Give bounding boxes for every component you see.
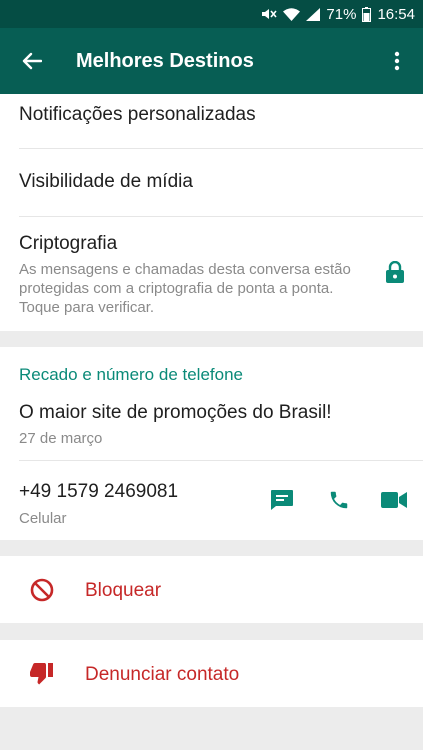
notifications-label: Notificações personalizadas xyxy=(19,104,256,125)
message-icon[interactable] xyxy=(269,487,295,513)
phone-row[interactable]: +49 1579 2469081 Celular xyxy=(0,461,423,540)
about-card: Recado e número de telefone O maior site… xyxy=(0,347,423,540)
phone-number: +49 1579 2469081 xyxy=(19,481,179,502)
block-row[interactable]: Bloquear xyxy=(0,556,423,623)
contact-title: Melhores Destinos xyxy=(76,49,254,72)
clock: 16:54 xyxy=(377,5,415,23)
media-visibility-row[interactable]: Visibilidade de mídia xyxy=(0,149,423,216)
status-text: O maior site de promoções do Brasil! xyxy=(19,402,332,423)
encryption-description: As mensagens e chamadas desta conversa e… xyxy=(19,261,351,316)
mute-icon xyxy=(261,7,278,21)
thumbs-down-icon xyxy=(29,661,55,687)
section-title: Recado e número de telefone xyxy=(19,365,243,384)
more-options-icon[interactable] xyxy=(385,49,409,73)
status-row: O maior site de promoções do Brasil! 27 … xyxy=(0,387,423,460)
phone-icon[interactable] xyxy=(326,487,352,513)
status-date: 27 de março xyxy=(19,430,103,447)
video-call-icon[interactable] xyxy=(381,487,407,513)
block-label: Bloquear xyxy=(85,580,162,601)
status-bar: 71% 16:54 xyxy=(0,0,423,28)
battery-icon xyxy=(362,6,372,22)
report-card: Denunciar contato xyxy=(0,640,423,707)
app-bar: Melhores Destinos xyxy=(0,28,423,94)
block-card: Bloquear xyxy=(0,556,423,623)
report-row[interactable]: Denunciar contato xyxy=(0,640,423,707)
report-label: Denunciar contato xyxy=(85,664,240,685)
wifi-icon xyxy=(283,7,301,21)
phone-type: Celular xyxy=(19,510,67,527)
notifications-row[interactable]: Notificações personalizadas xyxy=(0,94,423,148)
back-arrow-icon[interactable] xyxy=(20,49,44,73)
settings-card: Notificações personalizadas Visibilidade… xyxy=(0,94,423,331)
block-icon xyxy=(29,577,55,603)
encryption-row[interactable]: Criptografia As mensagens e chamadas des… xyxy=(0,217,423,331)
signal-icon xyxy=(306,7,321,21)
encryption-title: Criptografia xyxy=(19,233,118,254)
media-visibility-label: Visibilidade de mídia xyxy=(19,171,193,192)
battery-level: 71% xyxy=(326,5,357,23)
lock-icon xyxy=(384,260,406,284)
